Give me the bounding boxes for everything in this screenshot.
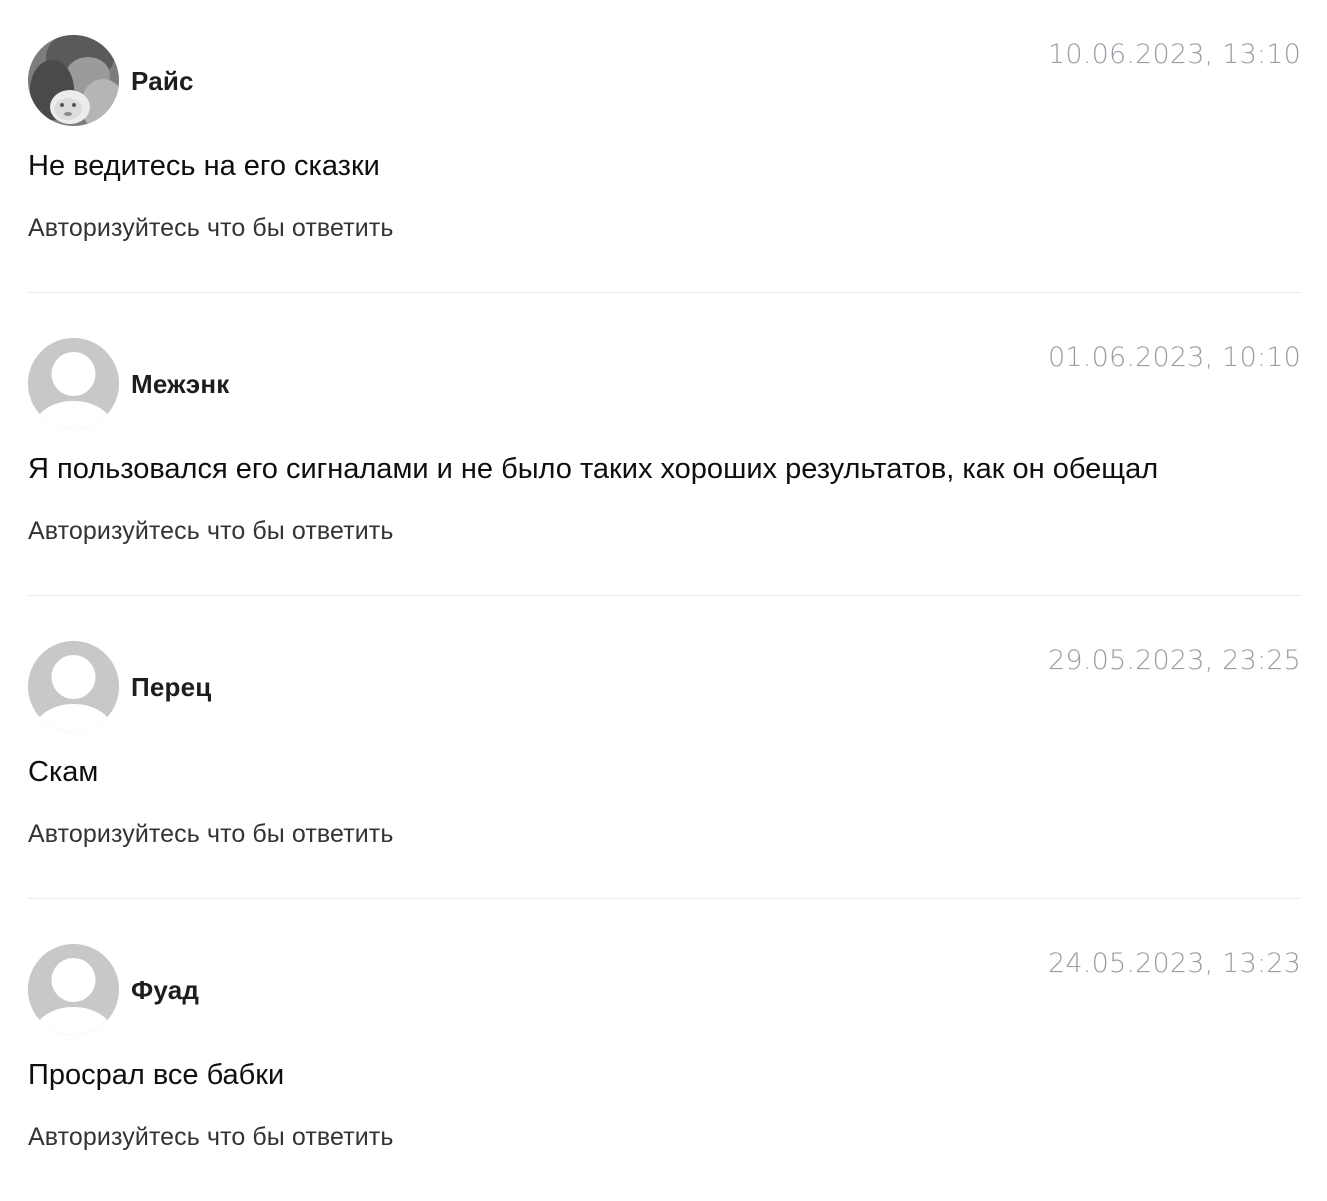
avatar[interactable] <box>28 35 119 126</box>
comment-author[interactable]: Райс <box>131 65 194 97</box>
comment-date: 29.05.2023, 23:25 <box>1048 645 1301 676</box>
comment-date: 01.06.2023, 10:10 <box>1048 342 1301 373</box>
comment-item: Межэнк 01.06.2023, 10:10 Я пользовался е… <box>28 338 1301 641</box>
comment-text: Скам <box>28 756 99 788</box>
avatar[interactable] <box>28 944 119 1035</box>
default-user-icon <box>28 338 119 429</box>
comment-item: Фуад 24.05.2023, 13:23 Просрал все бабки… <box>28 944 1301 1201</box>
comment-date: 10.06.2023, 13:10 <box>1048 39 1301 70</box>
avatar[interactable] <box>28 641 119 732</box>
reply-login-link[interactable]: Авторизуйтесь что бы ответить <box>28 818 394 850</box>
comment-divider <box>28 898 1301 899</box>
user-photo-icon <box>28 35 119 126</box>
reply-login-link[interactable]: Авторизуйтесь что бы ответить <box>28 515 394 547</box>
comment-item: Перец 29.05.2023, 23:25 Скам Авторизуйте… <box>28 641 1301 944</box>
comment-text: Я пользовался его сигналами и не было та… <box>28 453 1159 485</box>
comment-item: Райс 10.06.2023, 13:10 Не ведитесь на ег… <box>28 35 1301 338</box>
avatar[interactable] <box>28 338 119 429</box>
comment-author[interactable]: Межэнк <box>131 368 229 400</box>
comment-date: 24.05.2023, 13:23 <box>1048 948 1301 979</box>
reply-login-link[interactable]: Авторизуйтесь что бы ответить <box>28 1121 394 1153</box>
default-user-icon <box>28 944 119 1035</box>
comment-divider <box>28 595 1301 596</box>
comment-divider <box>28 292 1301 293</box>
default-user-icon <box>28 641 119 732</box>
comment-text: Не ведитесь на его сказки <box>28 150 380 182</box>
comment-author[interactable]: Фуад <box>131 974 199 1006</box>
comment-text: Просрал все бабки <box>28 1059 285 1091</box>
comments-list: Райс 10.06.2023, 13:10 Не ведитесь на ег… <box>0 0 1327 1201</box>
reply-login-link[interactable]: Авторизуйтесь что бы ответить <box>28 212 394 244</box>
comment-author[interactable]: Перец <box>131 671 211 703</box>
